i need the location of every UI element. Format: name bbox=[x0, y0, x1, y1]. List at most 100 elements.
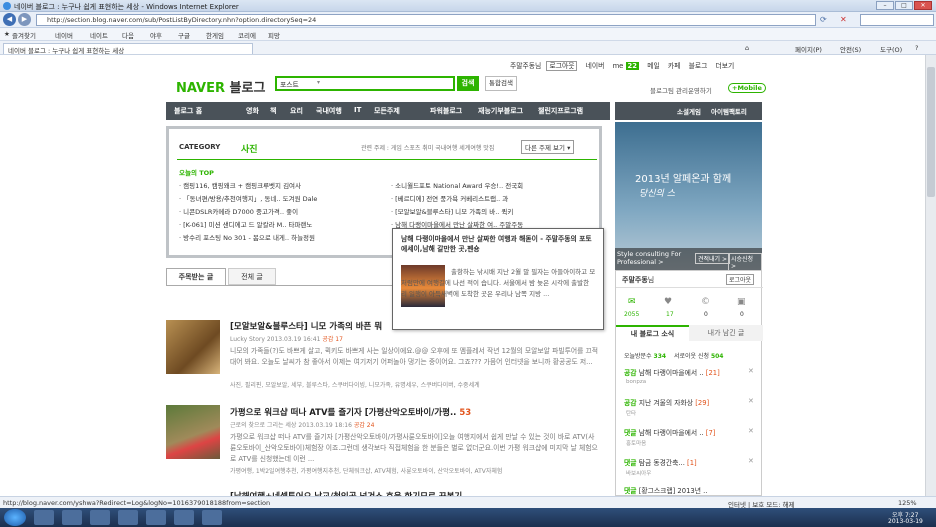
explorer-taskbar-icon[interactable] bbox=[62, 510, 82, 525]
logout-button[interactable]: 로그아웃 bbox=[546, 61, 578, 71]
browser-tab[interactable]: 네이버 블로그 : 누구나 쉽게 표현하는 세상 bbox=[3, 43, 253, 55]
blog-search-box[interactable]: 포스트 ▾ bbox=[275, 76, 455, 91]
scroll-thumb[interactable] bbox=[927, 67, 935, 197]
stop-icon[interactable]: ✕ bbox=[840, 15, 847, 24]
page-scrollbar[interactable] bbox=[925, 55, 936, 496]
command-safety[interactable]: 안전(S) bbox=[840, 44, 861, 54]
top-post-left[interactable]: · 캠핑116, 캠핑왜크 + 캠핑크루벳지 김여사 bbox=[179, 180, 301, 190]
link-me[interactable]: me bbox=[613, 62, 624, 70]
app-taskbar-icon[interactable] bbox=[146, 510, 166, 525]
link-more[interactable]: 더보기 bbox=[716, 62, 735, 70]
ie-taskbar-icon[interactable] bbox=[34, 510, 54, 525]
zoom-level[interactable]: 125% bbox=[898, 499, 917, 507]
related-topic[interactable]: 맛집 bbox=[483, 145, 494, 152]
top-post-left[interactable]: · [K-061] 미션 샌디에고 드 알칼라 M.. 타파랜노 bbox=[179, 219, 312, 229]
user-name[interactable]: 주말주동님 bbox=[510, 62, 541, 70]
nav-powerblog[interactable]: 파워블로그 bbox=[430, 106, 462, 116]
top-post-left[interactable]: · 「동녀편/방용/추천여행지」, 동네.. 도겨원 Dale bbox=[179, 193, 317, 203]
link-cafe[interactable]: 카페 bbox=[668, 62, 681, 70]
command-page[interactable]: 페이지(P) bbox=[795, 44, 822, 54]
mobile-button[interactable]: +Mobile bbox=[728, 83, 766, 93]
post-thumbnail[interactable] bbox=[166, 320, 220, 374]
favorites-item[interactable]: 코리에 bbox=[238, 30, 256, 40]
top-post-right[interactable]: · 소니월드포토 National Award 우승!.. 전국회 bbox=[391, 180, 523, 190]
folder-taskbar-icon[interactable] bbox=[90, 510, 110, 525]
delete-icon[interactable]: ✕ bbox=[748, 457, 754, 465]
help-icon[interactable]: ? bbox=[915, 44, 918, 52]
related-topic[interactable]: 게임 bbox=[391, 145, 402, 152]
gift-icon[interactable]: ▣ bbox=[737, 297, 746, 307]
back-icon[interactable]: ◀ bbox=[3, 13, 16, 26]
home-icon[interactable]: ⌂ bbox=[745, 44, 749, 52]
refresh-icon[interactable]: ⟳ bbox=[820, 15, 827, 24]
delete-icon[interactable]: ✕ bbox=[748, 397, 754, 405]
nav-item-factory[interactable]: 아이템팩토리 bbox=[711, 106, 747, 116]
nav-it[interactable]: IT bbox=[354, 106, 361, 114]
search-select[interactable]: 포스트 bbox=[280, 79, 299, 89]
minimize-button[interactable]: – bbox=[876, 1, 894, 10]
favorites-star-icon[interactable]: ★ bbox=[4, 30, 10, 38]
ad-banner[interactable]: 2013년 알페온과 함께 당신의 스 Style consulting For… bbox=[615, 122, 762, 271]
delete-icon[interactable]: ✕ bbox=[748, 427, 754, 435]
link-blog[interactable]: 블로그 bbox=[689, 62, 708, 70]
close-button[interactable]: ✕ bbox=[914, 1, 932, 10]
visits-icon[interactable]: ✉ bbox=[628, 297, 636, 307]
related-topic[interactable]: 국내여행 bbox=[435, 145, 457, 152]
tab-featured[interactable]: 주목받는 글 bbox=[166, 268, 226, 285]
app-taskbar-icon[interactable] bbox=[174, 510, 194, 525]
nav-book[interactable]: 책 bbox=[270, 106, 276, 116]
top-post-right[interactable]: · [베르디에] 전연 풍가욕 커베리스트랩.. 과 bbox=[391, 193, 508, 203]
favorites-item[interactable]: 다음 bbox=[122, 30, 134, 40]
news-item[interactable]: 댓글 탐금 동경간축... [1] bbox=[624, 457, 697, 467]
nav-talent[interactable]: 재능기부블로그 bbox=[478, 106, 523, 116]
top-post-right[interactable]: · [모알보알&블루스타] 니모 가족의 바.. 퀵키 bbox=[391, 206, 513, 216]
other-topics-button[interactable]: 다른 주제 보기 ▾ bbox=[521, 140, 575, 154]
top-post-left[interactable]: · 방수리 포스팅 No 301 - 봄으로 내게.. 하늘정원 bbox=[179, 232, 315, 242]
tab-my-comments[interactable]: 내가 남긴 글 bbox=[689, 325, 763, 341]
sympathy-icon[interactable]: ♥ bbox=[664, 297, 672, 307]
favorites-item[interactable]: 피망 bbox=[268, 30, 280, 40]
forward-icon[interactable]: ▶ bbox=[18, 13, 31, 26]
link-mail[interactable]: 메일 bbox=[647, 62, 660, 70]
nav-social-game[interactable]: 소셜게임 bbox=[677, 106, 701, 116]
chevron-down-icon[interactable]: ▾ bbox=[317, 79, 320, 86]
related-topic[interactable]: 스포츠 bbox=[404, 145, 421, 152]
post-title[interactable]: [모알보알&블루스타] 니모 가족의 바픈 뭐 bbox=[230, 320, 382, 332]
post-title[interactable]: 가평으로 워크샵 떠나 ATV를 즐기자 [가평산악오토바이/가평.. 53 bbox=[230, 406, 471, 418]
command-tools[interactable]: 도구(O) bbox=[880, 44, 902, 54]
post-preview-popup[interactable]: 남해 다랭이마을에서 만난 살짜한 여행과 해돋이 - 주말주동의 포토에세이,… bbox=[392, 228, 604, 330]
top-post-left[interactable]: · 니콘DSLR카메라 D7000 중고가격.. 좋이 bbox=[179, 206, 298, 216]
manage-link[interactable]: 블로그팀 관리운영하기 bbox=[650, 85, 712, 95]
sidebar-logout-button[interactable]: 로그아웃 bbox=[726, 274, 755, 285]
news-item[interactable]: 공감 지난 겨울의 자화상 [29] bbox=[624, 397, 709, 407]
url-input[interactable]: http://section.blog.naver.com/sub/PostLi… bbox=[36, 14, 816, 26]
news-item[interactable]: 댓글 남해 다랭이마을에서 .. [7] bbox=[624, 427, 715, 437]
favorites-item[interactable]: 한게임 bbox=[206, 30, 224, 40]
link-naver[interactable]: 네이버 bbox=[586, 62, 605, 70]
ad-quote-button[interactable]: 견적내기 > bbox=[695, 253, 731, 264]
comment-icon[interactable]: © bbox=[701, 297, 710, 307]
nav-movie[interactable]: 영화 bbox=[246, 106, 259, 116]
naver-logo[interactable]: NAVER 블로그 bbox=[176, 77, 265, 96]
favorites-item[interactable]: 구글 bbox=[178, 30, 190, 40]
favorites-item[interactable]: 야후 bbox=[150, 30, 162, 40]
nav-all-topics[interactable]: 모든주제 bbox=[374, 106, 400, 116]
tab-all[interactable]: 전체 글 bbox=[228, 268, 276, 285]
delete-icon[interactable]: ✕ bbox=[748, 367, 754, 375]
browser-search-input[interactable] bbox=[860, 14, 934, 26]
nav-travel[interactable]: 국내여행 bbox=[316, 106, 342, 116]
nav-challenge[interactable]: 챌린지프로그램 bbox=[538, 106, 583, 116]
maximize-button[interactable]: □ bbox=[895, 1, 913, 10]
nav-blog-home[interactable]: 블로그 홈 bbox=[174, 106, 202, 116]
start-button[interactable] bbox=[4, 509, 26, 526]
news-item[interactable]: 공감 남해 다랭이마을에서 .. [21] bbox=[624, 367, 720, 377]
ad-testdrive-button[interactable]: 시승신청 > bbox=[728, 253, 762, 271]
related-topic[interactable]: 세계여행 bbox=[459, 145, 481, 152]
related-topic[interactable]: 취미 bbox=[422, 145, 433, 152]
post-thumbnail[interactable] bbox=[166, 405, 220, 459]
app-taskbar-icon[interactable] bbox=[118, 510, 138, 525]
favorites-item[interactable]: 네이트 bbox=[90, 30, 108, 40]
nav-cook[interactable]: 요리 bbox=[290, 106, 303, 116]
news-item[interactable]: 댓글 [황그스크랩] 2013년 .. bbox=[624, 485, 707, 495]
favorites-item[interactable]: 네이버 bbox=[55, 30, 73, 40]
